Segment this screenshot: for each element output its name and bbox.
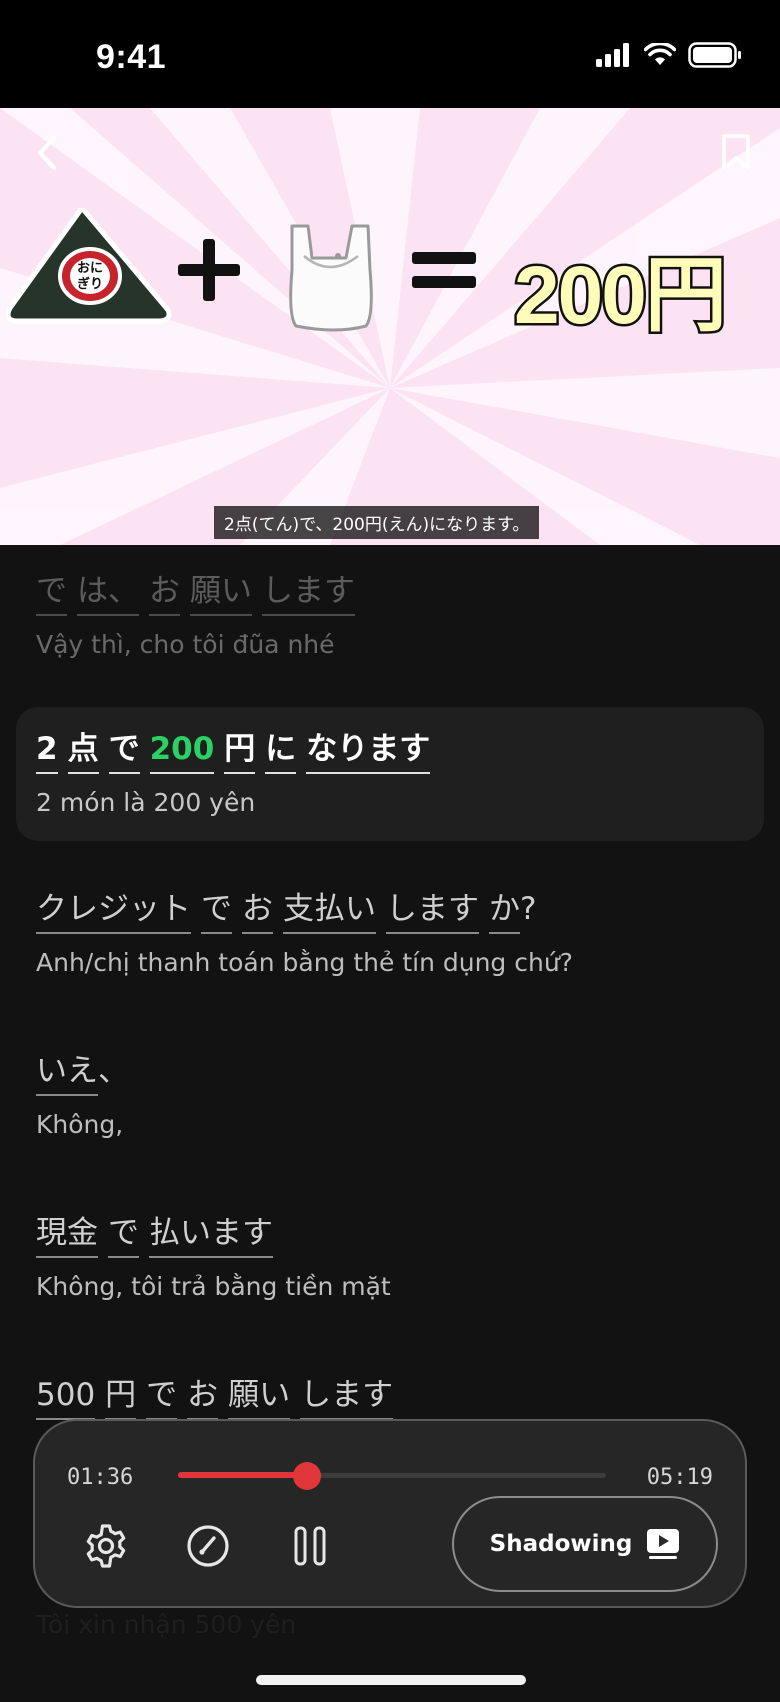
progress-knob[interactable] [292,1462,321,1490]
chevron-left-icon[interactable] [28,130,68,176]
svg-text:おに: おに [77,261,103,276]
jp-word[interactable]: します [386,887,479,934]
jp-word[interactable]: 点 [67,727,99,774]
jp-word[interactable]: クレジット [36,887,191,934]
jp-word[interactable]: なります [306,727,431,774]
jp-word[interactable]: 2 [36,727,58,774]
svg-text:ぎり: ぎり [77,276,103,292]
transcript-line[interactable]: 500 円 で お 願い します [16,1373,764,1420]
status-time: 9:41 [96,38,167,76]
home-indicator[interactable] [256,1675,526,1685]
progress-slider[interactable] [178,1461,606,1491]
jp-word[interactable]: 願い [190,569,252,616]
jp-word[interactable]: します [262,569,355,616]
bookmark-icon[interactable] [718,130,754,176]
jp-word[interactable]: で [108,727,140,774]
jp-word[interactable]: 円 [105,1373,137,1420]
total-time: 05:19 [646,1465,713,1490]
jp-word[interactable]: 円 [224,727,256,774]
shadowing-label: Shadowing [489,1531,633,1557]
transcript-line[interactable]: いえ 、 Không, [16,1049,764,1139]
jp-word[interactable]: は、 [77,569,139,616]
video-player-frame[interactable]: おに ぎり 200円 2点(てん)で、200円(えん)になります。 [0,108,780,545]
translation-text-obscured: Tôi xin nhận 500 yên [36,1610,297,1639]
japanese-sentence: クレジット で お 支払い します か ? [36,887,744,934]
battery-icon [688,42,741,68]
jp-word[interactable]: 支払い [283,887,376,934]
jp-punctuation: 、 [98,1053,129,1089]
plastic-bag-icon [289,224,373,332]
transcript-line[interactable]: クレジット で お 支払い します か ? Anh/chị thanh toán… [16,887,764,977]
jp-word[interactable]: お [149,569,180,616]
jp-punctuation: ? [520,891,537,927]
translation-text: Vậy thì, cho tôi đũa nhé [36,630,335,659]
equals-sign-icon [412,252,476,288]
jp-word[interactable]: で [108,1211,139,1258]
jp-word[interactable]: します [300,1373,394,1420]
jp-word[interactable]: 現金 [36,1211,98,1258]
transcript-line[interactable]: で は、 お 願い します Vậy thì, cho tôi đũa nhé [16,569,764,659]
transcript-line-active[interactable]: 2 点 で 200 円 に なります 2 món là 200 yên [16,707,764,841]
jp-word[interactable]: か [489,887,520,934]
status-icons [596,42,742,68]
translation-text: Anh/chị thanh toán bằng thẻ tín dụng chứ… [36,948,573,977]
shadowing-button[interactable]: Shadowing [452,1496,718,1592]
play-video-icon [647,1529,680,1559]
video-caption: 2点(てん)で、200円(えん)になります。 [214,506,540,539]
jp-word[interactable]: で [36,569,67,616]
japanese-sentence: 2 点 で 200 円 に なります [36,727,744,774]
playback-speed-button[interactable] [180,1518,236,1574]
settings-button[interactable] [78,1518,134,1574]
jp-word[interactable]: に [265,727,297,774]
jp-word[interactable]: 願い [228,1373,291,1420]
jp-word[interactable]: お [187,1373,219,1420]
translation-text: Không, [36,1110,124,1139]
jp-word[interactable]: で [146,1373,178,1420]
japanese-sentence: 現金 で 払います [36,1211,744,1258]
jp-word[interactable]: いえ [36,1049,98,1096]
jp-word-highlighted[interactable]: 200 [149,727,215,774]
cellular-signal-icon [596,43,629,67]
onigiri-icon: おに ぎり [5,208,172,324]
audio-player-bar: 01:36 05:19 Shadowing [33,1419,747,1608]
plus-sign-icon [178,239,240,301]
japanese-sentence: 500 円 で お 願い します [36,1373,744,1420]
translation-text: 2 món là 200 yên [36,788,256,817]
status-bar: 9:41 [0,0,780,108]
jp-word[interactable]: 500 [36,1373,96,1420]
translation-text: Không, tôi trả bằng tiền mặt [36,1272,391,1301]
progress-fill [178,1472,307,1478]
transcript-line[interactable]: 現金 で 払います Không, tôi trả bằng tiền mặt [16,1211,764,1301]
japanese-sentence: で は、 お 願い します [36,569,744,616]
wifi-icon [644,43,676,65]
pause-icon [294,1526,326,1566]
current-time: 01:36 [67,1465,134,1490]
pause-button[interactable] [282,1518,338,1574]
jp-word[interactable]: 払います [149,1211,273,1258]
japanese-sentence: いえ 、 [36,1049,744,1096]
price-overlay-text: 200円 [512,248,730,344]
gear-icon [86,1524,126,1568]
speedometer-icon [187,1525,229,1567]
jp-word[interactable]: で [201,887,232,934]
jp-word[interactable]: お [242,887,273,934]
